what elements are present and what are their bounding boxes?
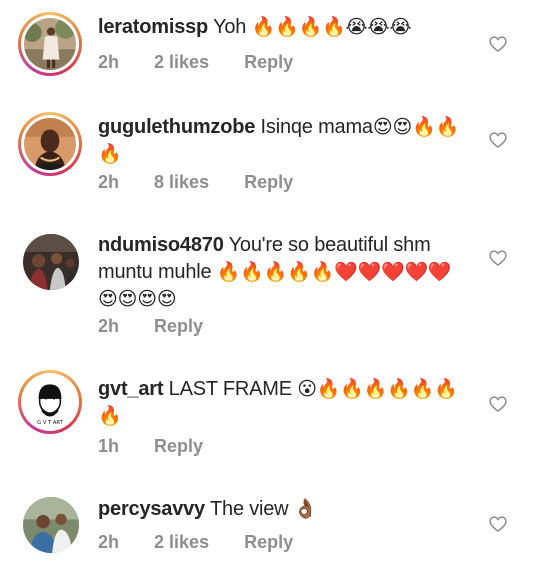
reply-button[interactable]: Reply (244, 52, 293, 72)
comment-text: gvt_art LAST FRAME 😮🔥🔥🔥🔥🔥🔥🔥 (98, 376, 470, 430)
group-photo-avatar-icon (23, 234, 79, 290)
avatar[interactable] (18, 112, 82, 176)
reply-button[interactable]: Reply (244, 532, 293, 552)
comment-body: Yoh (213, 16, 247, 38)
comment-likes[interactable]: 2 likes (154, 52, 209, 72)
comment-text: ndumiso4870 You're so beautiful shm munt… (98, 232, 470, 313)
avatar[interactable] (18, 12, 82, 76)
comment-body: The view (210, 498, 289, 520)
couple-photo-avatar-icon (23, 497, 79, 553)
comment-meta: 2h 8 likes Reply (98, 172, 323, 193)
heart-icon[interactable] (488, 394, 508, 414)
comment-username[interactable]: leratomissp (98, 16, 208, 38)
heart-icon[interactable] (488, 514, 508, 534)
avatar[interactable] (23, 234, 79, 290)
comment-username[interactable]: gugulethumzobe (98, 116, 255, 138)
comment-time: 1h (98, 436, 120, 456)
woman-portrait-avatar-icon (24, 118, 76, 170)
avatar[interactable]: G V T ART (18, 370, 82, 434)
person-standing-avatar-icon (24, 18, 76, 70)
comment-text: leratomissp Yoh 🔥🔥🔥🔥😭😭😭 (98, 14, 470, 41)
comment-meta: 1h Reply (98, 436, 233, 457)
comment-likes[interactable]: 8 likes (154, 172, 209, 192)
comment-username[interactable]: gvt_art (98, 378, 163, 400)
comment-meta: 2h 2 likes Reply (98, 532, 323, 553)
comment-username[interactable]: ndumiso4870 (98, 234, 224, 256)
sketch-face-avatar-icon: G V T ART (24, 376, 76, 428)
comment-username[interactable]: percysavvy (98, 498, 205, 520)
comment-time: 2h (98, 532, 120, 552)
comment-text: percysavvy The view 👌🏾 (98, 496, 470, 523)
comment-meta: 2h Reply (98, 316, 233, 337)
comment-emoji: 🔥🔥🔥🔥😭😭😭 (251, 16, 412, 38)
reply-button[interactable]: Reply (244, 172, 293, 192)
svg-text:G V T ART: G V T ART (37, 420, 63, 426)
comment-likes[interactable]: 2 likes (154, 532, 209, 552)
avatar[interactable] (23, 497, 79, 553)
reply-button[interactable]: Reply (154, 436, 203, 456)
comment-time: 2h (98, 316, 120, 336)
comment-body: LAST FRAME (168, 378, 292, 400)
comment-body: Isinqe mama (260, 116, 373, 138)
comment-time: 2h (98, 172, 120, 192)
comment-time: 2h (98, 52, 120, 72)
comment-meta: 2h 2 likes Reply (98, 52, 323, 73)
comment-text: gugulethumzobe Isinqe mama😍😍🔥🔥🔥 (98, 114, 470, 168)
reply-button[interactable]: Reply (154, 316, 203, 336)
heart-icon[interactable] (488, 130, 508, 150)
heart-icon[interactable] (488, 248, 508, 268)
heart-icon[interactable] (488, 34, 508, 54)
comment-emoji: 👌🏾 (293, 498, 318, 520)
